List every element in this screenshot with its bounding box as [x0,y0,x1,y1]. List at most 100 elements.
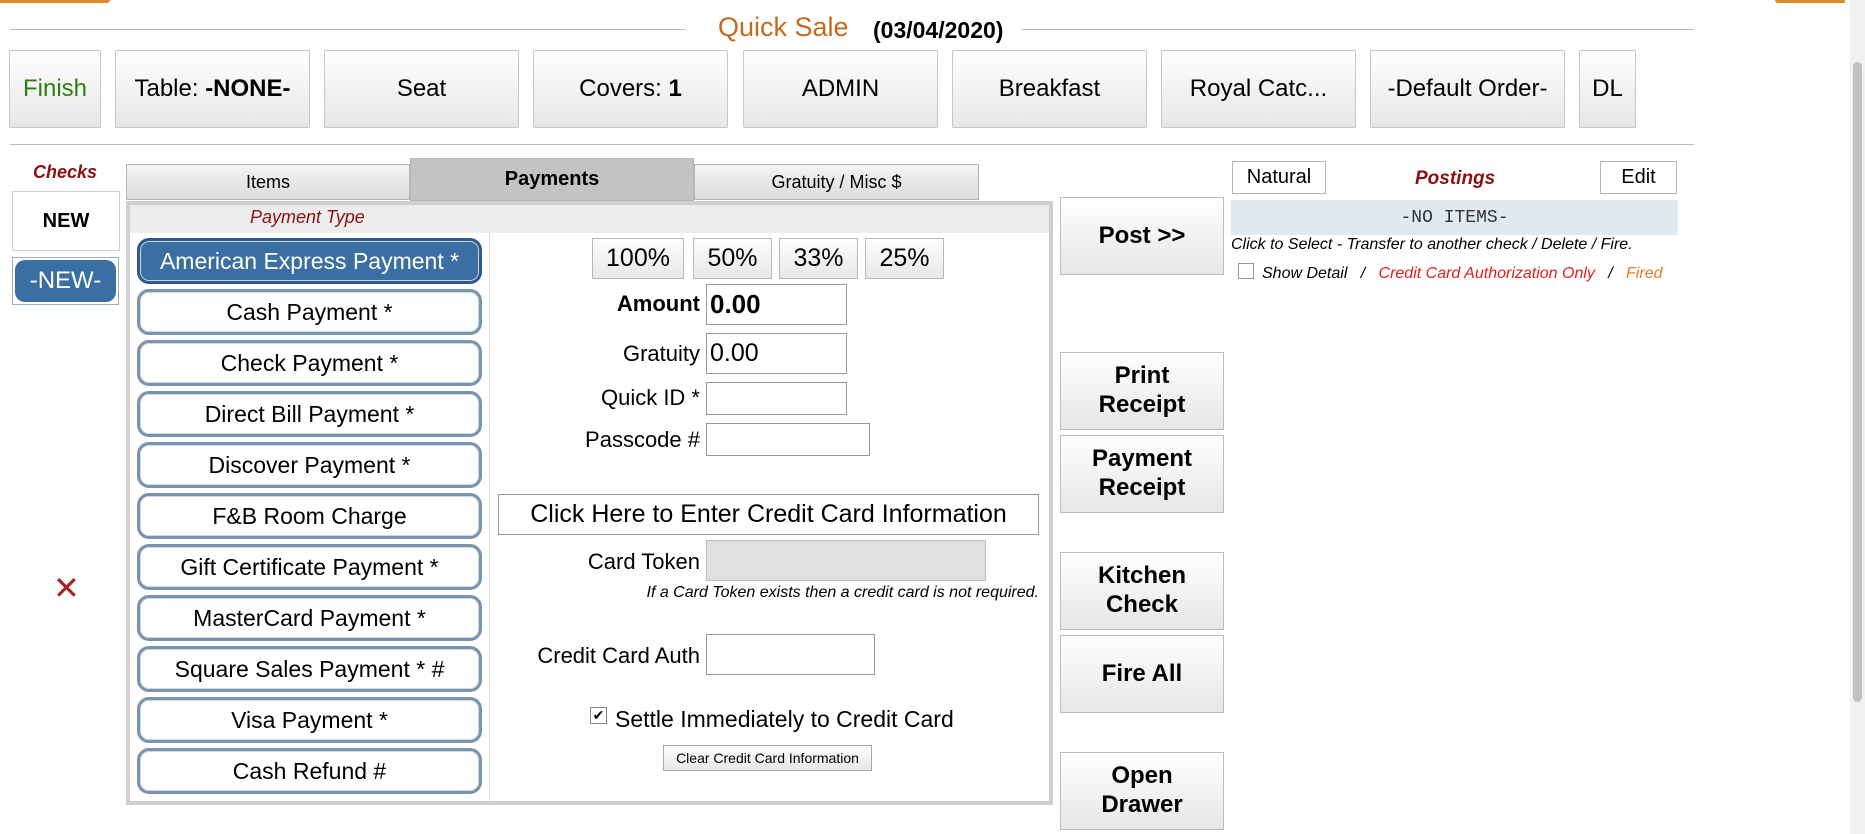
legend-separator: / [1608,265,1613,282]
new-check-label: NEW [42,209,90,232]
print-receipt-label-2: Receipt [1098,391,1186,418]
payment-method-button[interactable]: MasterCard Payment * [137,595,482,641]
post-button[interactable]: Post >> [1060,197,1224,275]
card-token-label: Card Token [587,549,700,574]
payment-method-button[interactable]: Cash Refund # [137,748,482,794]
show-detail-checkbox[interactable] [1238,263,1254,279]
payment-method-button[interactable]: Gift Certificate Payment * [137,544,482,590]
payment-type-label: Payment Type [250,207,365,227]
gratuity-field[interactable]: 0.00 [706,333,847,374]
percent-100-button[interactable]: 100% [592,238,684,279]
cc-auth-label: Credit Card Auth [537,643,700,668]
quick-id-field[interactable] [706,382,847,415]
seat-label: Seat [396,75,447,102]
postings-empty: -NO ITEMS- [1231,200,1678,235]
table-label: Table: [134,75,199,102]
payment-method-button[interactable]: Square Sales Payment * # [137,646,482,692]
gratuity-label: Gratuity [622,341,700,366]
payment-method-button[interactable]: Check Payment * [137,340,482,386]
tab-gratuity-label: Gratuity / Misc $ [771,171,902,192]
payment-method-button[interactable]: Visa Payment * [137,697,482,743]
finish-button[interactable]: Finish [9,50,101,128]
page-date: (03/04/2020) [873,17,1004,43]
card-token-field [706,540,986,581]
header-bottom-rule [10,144,1694,145]
tab-items-label: Items [245,171,290,192]
header-rule-right [1022,29,1694,30]
legend-separator: / [1360,265,1366,282]
royal-button[interactable]: Royal Catc... [1161,50,1356,128]
tab-payments-label: Payments [504,168,600,190]
kitchen-check-button[interactable]: Kitchen Check [1060,552,1224,630]
kitchen-check-label-2: Check [1105,591,1179,618]
breakfast-button[interactable]: Breakfast [952,50,1147,128]
open-drawer-label-2: Drawer [1101,791,1183,818]
payment-receipt-label-2: Receipt [1098,474,1186,501]
table-button[interactable]: Table: -NONE- [115,50,310,128]
quick-id-label: Quick ID * [600,385,700,410]
payment-method-button[interactable]: Cash Payment * [137,289,482,335]
edit-button[interactable]: Edit [1600,161,1677,194]
payment-method-button[interactable]: Discover Payment * [137,442,482,488]
cc-auth-field[interactable] [706,634,875,675]
fired-legend: Fired [1626,265,1663,282]
payment-receipt-label-1: Payment [1091,445,1193,473]
tab-gratuity[interactable]: Gratuity / Misc $ [694,164,979,200]
dl-button[interactable]: DL [1579,50,1636,128]
tab-items[interactable]: Items [126,164,410,200]
payment-receipt-button[interactable]: Payment Receipt [1060,435,1224,513]
postings-label: Postings [1415,168,1496,189]
percent-33-button[interactable]: 33% [779,238,858,279]
covers-label: Covers: [579,75,662,102]
table-value: -NONE- [205,75,291,102]
clear-credit-card-button[interactable]: Clear Credit Card Information [663,745,872,771]
postings-hint: Click to Select - Transfer to another ch… [1231,236,1633,253]
amount-label: Amount [616,291,700,316]
default-order-button[interactable]: -Default Order- [1370,50,1565,128]
new-check-button[interactable]: NEW [12,191,120,251]
show-detail-label: Show Detail [1262,265,1348,282]
header-rule-left [10,29,685,30]
selected-check[interactable]: -NEW- [15,260,116,302]
dl-label: DL [1592,75,1623,102]
card-token-note: If a Card Token exists then a credit car… [646,584,1040,601]
passcode-label: Passcode # [585,427,700,452]
fire-all-button[interactable]: Fire All [1060,635,1224,713]
percent-25-button[interactable]: 25% [865,238,944,279]
page-title: Quick Sale [718,12,849,42]
finish-label: Finish [22,75,88,102]
tab-payments[interactable]: Payments [410,158,694,201]
royal-label: Royal Catc... [1189,75,1328,102]
natural-button[interactable]: Natural [1232,161,1326,194]
seat-button[interactable]: Seat [324,50,519,128]
covers-button[interactable]: Covers: 1 [533,50,728,128]
amount-field[interactable]: 0.00 [706,284,847,325]
postings-legend: Show Detail / Credit Card Authorization … [1262,265,1663,283]
settle-label: Settle Immediately to Credit Card [615,706,954,732]
open-drawer-button[interactable]: Open Drawer [1060,752,1224,830]
enter-credit-card-button[interactable]: Click Here to Enter Credit Card Informat… [498,494,1039,535]
checks-label: Checks [33,162,98,182]
print-receipt-button[interactable]: Print Receipt [1060,352,1224,430]
covers-value: 1 [668,75,682,102]
cc-auth-only-legend: Credit Card Authorization Only [1378,265,1595,282]
payment-method-button[interactable]: F&B Room Charge [137,493,482,539]
check-list-item[interactable]: -NEW- [12,257,119,305]
scrollbar-thumb[interactable] [1853,62,1862,702]
default-order-label: -Default Order- [1387,75,1548,102]
fire-all-label: Fire All [1101,659,1183,687]
panel-divider [489,233,490,801]
top-right-accent [1775,0,1845,3]
payment-method-button[interactable]: Direct Bill Payment * [137,391,482,437]
payment-method-button[interactable]: American Express Payment * [137,238,482,284]
close-icon[interactable]: ✕ [53,572,80,604]
admin-label: ADMIN [801,75,880,102]
top-left-accent [0,0,110,3]
open-drawer-label-1: Open [1111,762,1173,790]
percent-50-button[interactable]: 50% [693,238,772,279]
breakfast-label: Breakfast [998,75,1101,102]
passcode-field[interactable] [706,423,870,456]
settle-checkbox[interactable]: ✔ [590,707,607,724]
print-receipt-label-1: Print [1114,362,1170,390]
admin-button[interactable]: ADMIN [743,50,938,128]
